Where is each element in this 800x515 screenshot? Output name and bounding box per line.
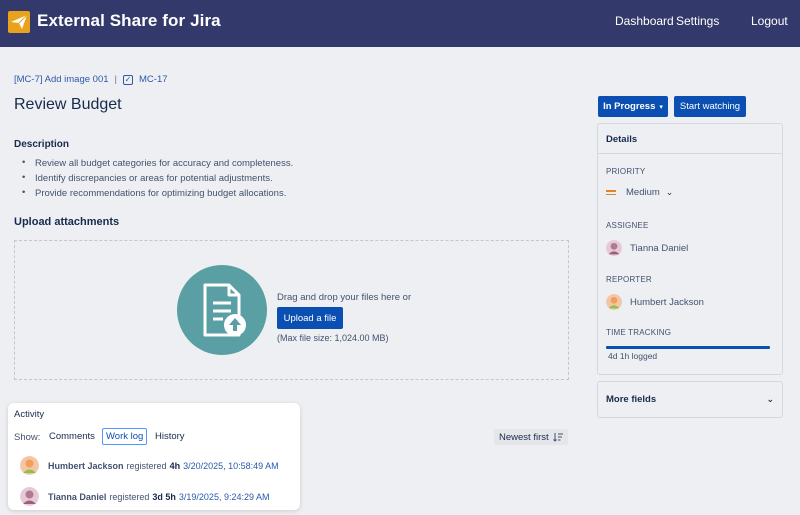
upload-dropzone[interactable]: Drag and drop your files here or Upload … [14, 240, 569, 380]
worklog-action: registered [109, 491, 150, 502]
issue-title: Review Budget [14, 96, 122, 113]
reporter-name: Humbert Jackson [630, 296, 704, 308]
description-label: Description [14, 139, 70, 150]
drop-text: Drag and drop your files here or [277, 292, 412, 303]
sort-newest-first-button[interactable]: Newest first [494, 429, 568, 445]
upload-illustration [177, 265, 267, 355]
worklog-duration: 4h [169, 460, 181, 471]
priority-medium-icon [606, 190, 616, 195]
show-label: Show: [14, 432, 41, 443]
tab-work-log[interactable]: Work log [102, 428, 148, 445]
file-upload-icon [203, 283, 246, 337]
paper-plane-logo-icon [8, 11, 30, 33]
nav-dashboard-link[interactable]: Dashboard [615, 14, 674, 28]
time-tracking-fill [606, 346, 770, 349]
worklog-action: registered [126, 460, 167, 471]
status-dropdown-button[interactable]: In Progress ▾ [598, 96, 668, 117]
assignee-name: Tianna Daniel [630, 242, 689, 254]
upload-attachments-title: Upload attachments [14, 216, 120, 228]
description-list: Review all budget categories for accurac… [22, 157, 293, 203]
upload-file-button[interactable]: Upload a file [277, 307, 343, 329]
chevron-down-icon: ⌄ [665, 187, 674, 197]
list-item: Review all budget categories for accurac… [22, 157, 293, 169]
priority-label: PRIORITY [606, 167, 646, 176]
app-title: External Share for Jira [37, 11, 221, 30]
details-panel: Details PRIORITY Medium ⌄ ASSIGNEE Tiann… [597, 123, 783, 375]
more-fields-toggle[interactable]: More fields ⌄ [597, 381, 783, 418]
more-fields-label: More fields [606, 394, 657, 405]
breadcrumb-parent-link[interactable]: [MC-7] Add image 001 [14, 74, 109, 85]
sort-icon [552, 433, 563, 442]
details-title: Details [598, 124, 782, 154]
nav-logout-link[interactable]: Logout [751, 14, 788, 28]
worklog-timestamp[interactable]: 3/20/2025, 10:58:49 AM [183, 461, 279, 471]
worklog-timestamp[interactable]: 3/19/2025, 9:24:29 AM [179, 492, 270, 502]
list-item: Humbert Jackson registered 4h 3/20/2025,… [20, 456, 279, 475]
time-tracking-label: TIME TRACKING [606, 328, 672, 337]
checkbox-task-icon: ✓ [123, 74, 133, 85]
worklog-author[interactable]: Humbert Jackson [48, 461, 124, 471]
avatar [606, 294, 622, 310]
assignee-value[interactable]: Tianna Daniel [606, 240, 688, 256]
sort-label: Newest first [499, 431, 549, 443]
tab-comments[interactable]: Comments [46, 428, 98, 445]
reporter-label: REPORTER [606, 275, 652, 284]
priority-value: Medium [626, 187, 660, 198]
start-watching-button[interactable]: Start watching [674, 96, 746, 117]
nav-settings-link[interactable]: Settings [676, 14, 719, 28]
breadcrumb: [MC-7] Add image 001 | ✓ MC-17 [14, 74, 168, 85]
tab-history[interactable]: History [152, 428, 188, 445]
chevron-down-icon: ⌄ [766, 394, 774, 404]
avatar [20, 487, 39, 506]
list-item: Identify discrepancies or areas for pote… [22, 172, 293, 184]
chevron-down-icon: ▾ [659, 103, 663, 111]
assignee-label: ASSIGNEE [606, 221, 649, 230]
avatar [20, 456, 39, 475]
top-bar: External Share for Jira Dashboard Settin… [0, 0, 800, 47]
list-item: Tianna Daniel registered 3d 5h 3/19/2025… [20, 487, 269, 506]
status-label: In Progress [603, 101, 656, 112]
worklog-duration: 3d 5h [152, 491, 176, 502]
time-tracking-bar [606, 346, 770, 349]
breadcrumb-current-link[interactable]: MC-17 [139, 74, 168, 85]
priority-select[interactable]: Medium ⌄ [606, 187, 673, 198]
activity-panel: Activity Show: Comments Work log History… [8, 403, 300, 510]
reporter-value[interactable]: Humbert Jackson [606, 294, 704, 310]
avatar [606, 240, 622, 256]
activity-label: Activity [14, 409, 45, 420]
list-item: Provide recommendations for optimizing b… [22, 187, 293, 199]
worklog-author[interactable]: Tianna Daniel [48, 492, 106, 502]
time-logged: 4d 1h logged [608, 351, 658, 361]
breadcrumb-separator: | [114, 74, 117, 85]
max-file-size: (Max file size: 1,024.00 MB) [277, 333, 389, 343]
